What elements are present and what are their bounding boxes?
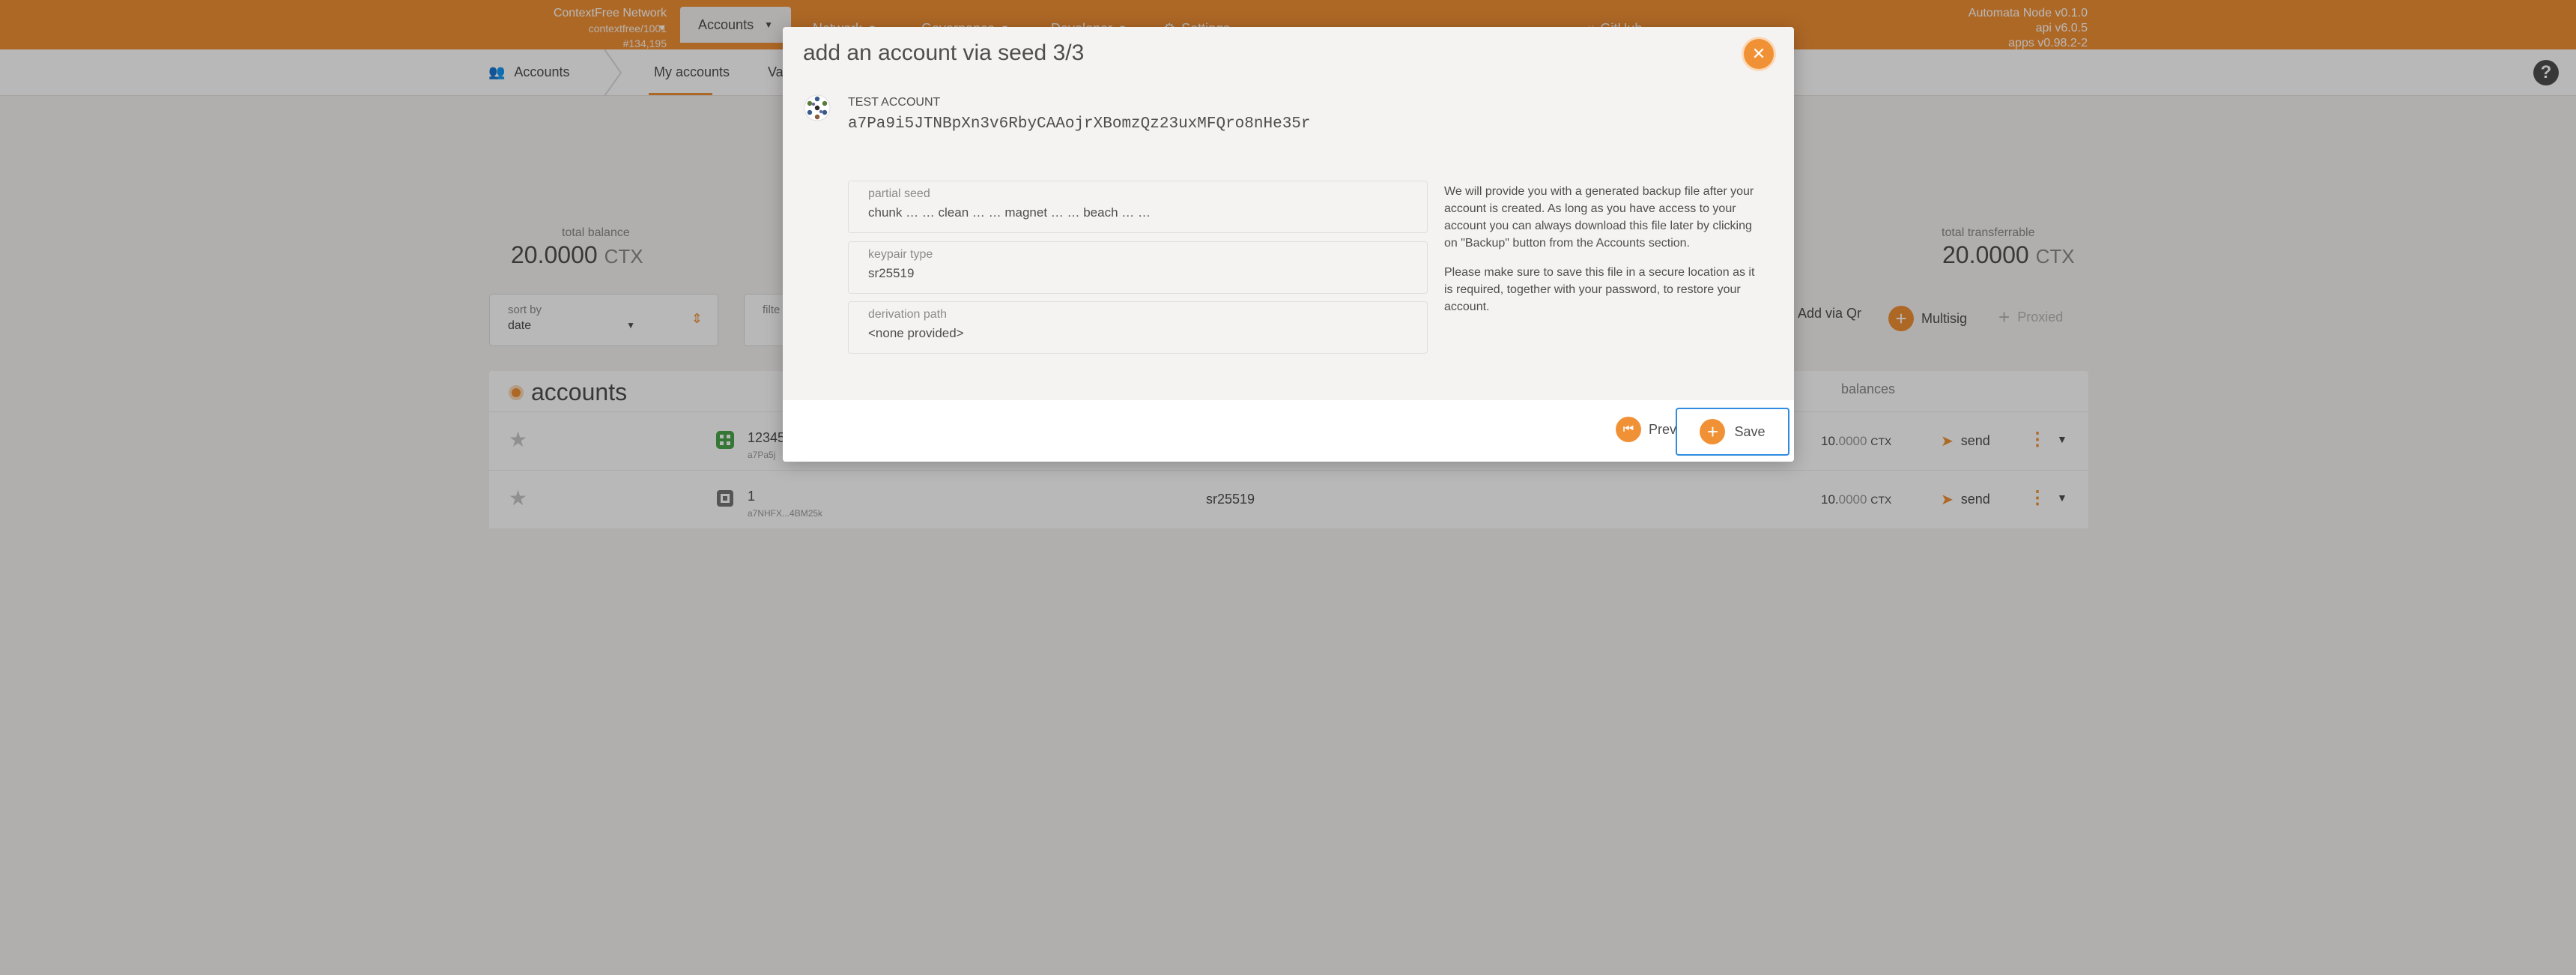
plus-icon: + (1700, 419, 1726, 444)
partial-seed-field: partial seed chunk … … clean … … magnet … (848, 181, 1428, 233)
keypair-type-value: sr25519 (868, 266, 915, 280)
save-label: Save (1734, 423, 1766, 439)
add-account-modal: add an account via seed 3/3 ✕ TEST ACCOU… (783, 27, 1794, 462)
account-address: a7Pa9i5JTNBpXn3v6RbyCAAojrXBomzQz23uxMFQ… (848, 115, 1311, 133)
account-name: TEST ACCOUNT (848, 96, 941, 109)
partial-seed-value: chunk … … clean … … magnet … … beach … … (868, 205, 1151, 220)
modal-title: add an account via seed 3/3 (803, 40, 1085, 65)
prev-button[interactable]: ⏮ Prev (1616, 417, 1676, 442)
keypair-type-field: keypair type sr25519 (848, 241, 1428, 294)
partial-seed-label: partial seed (868, 187, 930, 200)
derivation-path-value: <none provided> (868, 326, 964, 340)
keypair-type-label: keypair type (868, 248, 933, 261)
identicon-icon (804, 94, 831, 121)
close-icon[interactable]: ✕ (1744, 39, 1774, 69)
step-backward-icon: ⏮ (1616, 417, 1641, 442)
backup-help-text: We will provide you with a generated bac… (1444, 185, 1754, 250)
modal-footer: ⏮ Prev + Save (783, 400, 1794, 462)
save-button[interactable]: + Save (1676, 408, 1789, 456)
derivation-path-label: derivation path (868, 308, 947, 321)
derivation-path-field: derivation path <none provided> (848, 301, 1428, 354)
save-help-text: Please make sure to save this file in a … (1444, 266, 1755, 313)
prev-label: Prev (1649, 421, 1677, 437)
